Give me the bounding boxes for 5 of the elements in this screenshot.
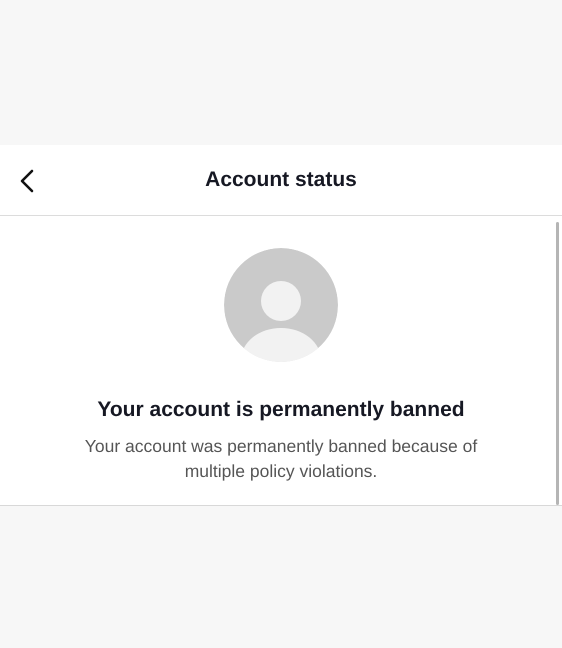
avatar-icon	[224, 248, 338, 362]
status-heading: Your account is permanently banned	[97, 398, 465, 422]
page-title: Account status	[205, 168, 357, 192]
status-message: Your account was permanently banned because of multiple policy violations.	[84, 435, 478, 483]
back-chevron-icon	[20, 169, 34, 193]
